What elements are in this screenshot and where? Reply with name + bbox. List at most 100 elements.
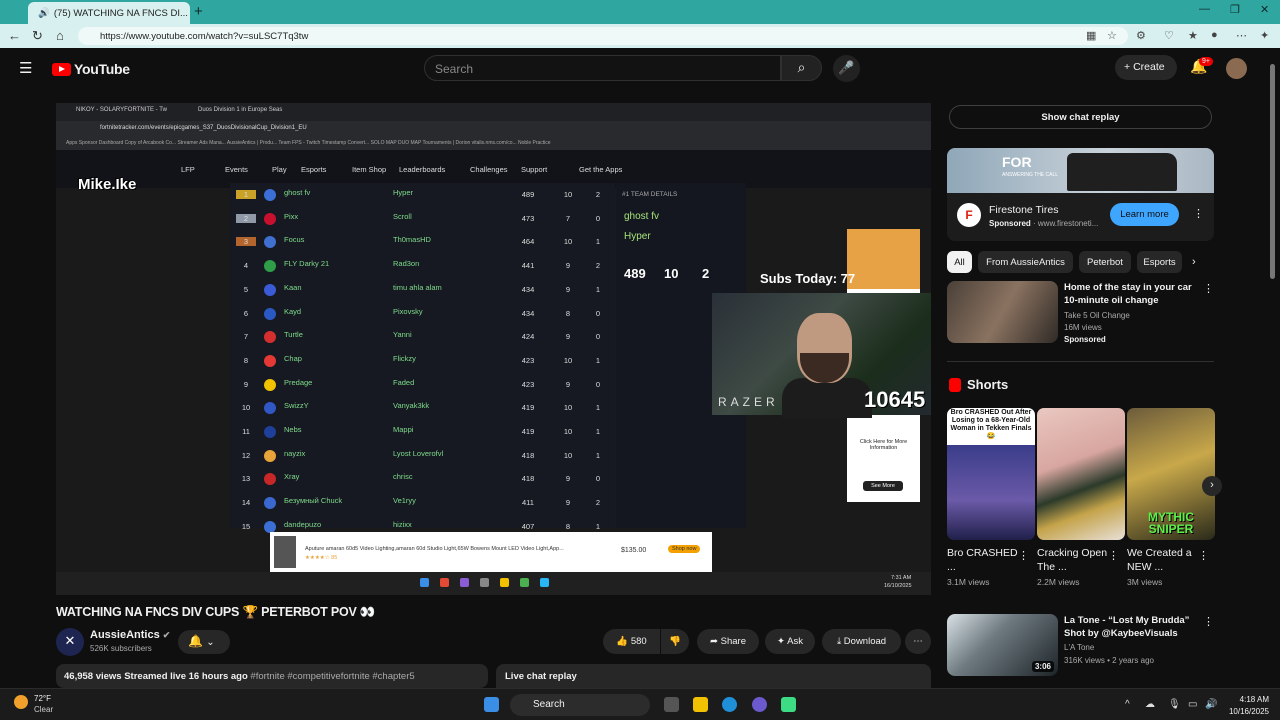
create-button[interactable]: + Create (1115, 55, 1177, 80)
channel-name[interactable]: AussieAntics ✔ (90, 629, 170, 641)
tray-chevron-icon[interactable]: ^ (1125, 699, 1130, 710)
recommended-video-2[interactable]: 3:06 La Tone - “Lost My Brudda” Shot by … (947, 614, 1214, 684)
like-button[interactable]: 👍 580 (603, 629, 660, 654)
scrollbar-thumb[interactable] (1270, 64, 1275, 279)
favorites-bar-icon[interactable]: ★ (1188, 29, 1198, 42)
short-thumbnail-2[interactable] (1037, 408, 1125, 540)
side-ad-button[interactable]: See More (863, 481, 903, 491)
browser-essentials-icon[interactable]: ♡ (1164, 29, 1174, 42)
file-explorer-icon[interactable] (693, 697, 708, 712)
youtube-logo[interactable]: YouTube (52, 61, 130, 77)
detail-header: #1 TEAM DETAILS (622, 191, 678, 198)
address-bar[interactable]: https://www.youtube.com/watch?v=suLSC7Tq… (78, 27, 1128, 45)
chip-peterbot[interactable]: Peterbot (1079, 251, 1131, 273)
banner-ad-shop-button[interactable]: Shop now (668, 545, 701, 553)
share-button[interactable]: ➦ Share (697, 629, 759, 654)
banner-ad[interactable]: Aputure amaran 60d5 Video Lighting,amara… (270, 532, 712, 572)
profile-icon[interactable]: ● (1211, 29, 1218, 41)
description-box[interactable]: 46,958 views Streamed live 16 hours ago … (56, 664, 488, 688)
shorts-next-button[interactable]: › (1202, 476, 1222, 496)
account-avatar[interactable] (1226, 58, 1247, 79)
task-view-icon[interactable] (664, 697, 679, 712)
show-chat-replay-button[interactable]: Show chat replay (949, 105, 1212, 129)
ask-button[interactable]: ✦ Ask (765, 629, 815, 654)
learn-more-button[interactable]: Learn more (1110, 203, 1179, 226)
maximize-icon[interactable]: ❐ (1230, 3, 1240, 16)
short-title-2[interactable]: Cracking Open The ... (1037, 546, 1112, 574)
rec-more-icon-1[interactable]: ⋮ (1203, 282, 1214, 295)
leaderboard: 1 ghost fv Hyper 489 10 2 2 Pixx Scroll 473 7 0 3 Foc… (230, 183, 615, 533)
ad-brand: Firestone Tires (989, 204, 1059, 216)
rec-more-icon-2[interactable]: ⋮ (1203, 615, 1214, 628)
leaderboard-row[interactable]: 11 Nebs Mappi 419 10 1 (230, 420, 615, 444)
app-taskbar-icon[interactable] (781, 697, 796, 712)
reload-icon[interactable]: ↻ (32, 28, 43, 44)
volume-icon[interactable]: 🔊 (1205, 699, 1217, 710)
search-button[interactable]: ⌕ (781, 55, 822, 81)
leaderboard-row[interactable]: 3 Focus Th0masHD 464 10 1 (230, 230, 615, 254)
leaderboard-row[interactable]: 1 ghost fv Hyper 489 10 2 (230, 183, 615, 207)
voice-search-button[interactable]: 🎤 (833, 55, 860, 82)
menu-icon[interactable]: ☰ (19, 59, 32, 77)
short-more-icon-3[interactable]: ⋮ (1198, 549, 1209, 562)
leaderboard-row[interactable]: 10 SwizzY Vanyak3kk 419 10 1 (230, 396, 615, 420)
hashtags[interactable]: #fortnite #competitivefortnite #chapter5 (250, 671, 414, 682)
stream-tab-2: Duos Division 1 in Europe Seas (198, 107, 283, 113)
discord-icon[interactable] (752, 697, 767, 712)
leaderboard-row[interactable]: 12 nayzix Lyost Loverofvl 418 10 1 (230, 444, 615, 468)
short-thumbnail-3[interactable]: MYTHIC SNIPER (1127, 408, 1215, 540)
speaker-icon[interactable]: 🔊 (38, 8, 50, 19)
more-actions-button[interactable]: ⋯ (905, 629, 931, 654)
short-thumbnail-1[interactable]: Bro CRASHED Out After Losing to a 68-Yea… (947, 408, 1035, 540)
ad-more-icon[interactable]: ⋮ (1193, 207, 1204, 220)
copilot-icon[interactable]: ✦ (1260, 29, 1269, 42)
browser-tab[interactable]: 🔊 (75) WATCHING NA FNCS DI... ✕ (28, 2, 190, 24)
recommended-video-1[interactable]: Home of the stay in your car 10-minute o… (947, 281, 1214, 345)
chip-all[interactable]: All (947, 251, 972, 273)
more-options-icon[interactable]: ⋯ (1236, 29, 1247, 42)
leaderboard-row[interactable]: 7 Turtle Yanni 424 9 0 (230, 325, 615, 349)
row-wins: 1 (595, 237, 601, 247)
chevron-right-icon[interactable]: › (1192, 256, 1196, 268)
minimize-icon[interactable]: — (1199, 3, 1210, 15)
short-more-icon-1[interactable]: ⋮ (1018, 549, 1029, 562)
start-icon[interactable] (484, 697, 499, 712)
page-scrollbar[interactable] (1268, 50, 1276, 686)
short-title-1[interactable]: Bro CRASHED ... (947, 546, 1022, 574)
subscribed-button[interactable]: 🔔 ⌄ (178, 630, 230, 654)
chip-from-channel[interactable]: From AussieAntics (978, 251, 1073, 273)
leaderboard-row[interactable]: 8 Chap Flickzy 423 10 1 (230, 349, 615, 373)
cloud-icon[interactable]: ☁ (1145, 699, 1155, 710)
short-title-3[interactable]: We Created a NEW ... (1127, 546, 1202, 574)
chip-esports[interactable]: Esports (1137, 251, 1182, 273)
app-icon[interactable]: ▦ (1086, 29, 1096, 42)
leaderboard-row[interactable]: 6 Kayd Pixovsky 434 8 0 (230, 302, 615, 326)
new-tab-button[interactable]: + (194, 3, 203, 20)
weather-icon[interactable] (14, 695, 28, 709)
dislike-button[interactable]: 👎 (661, 629, 689, 654)
leaderboard-row[interactable]: 5 Kaan timu ahla alam 434 9 1 (230, 278, 615, 302)
row-matches: 10 (563, 427, 573, 436)
download-button[interactable]: ⤓ Download (822, 629, 901, 654)
mic-tray-icon[interactable]: 🎙 (1168, 699, 1181, 710)
leaderboard-row[interactable]: 4 FLY Darky 21 Rad3on 441 9 2 (230, 254, 615, 278)
extensions-icon[interactable]: ⚙ (1136, 29, 1146, 42)
back-icon[interactable]: ← (8, 28, 21, 43)
taskbar-search[interactable]: Search (510, 694, 650, 716)
taskbar-clock[interactable]: 4:18 AM 10/16/2025 (1224, 694, 1269, 718)
home-icon[interactable]: ⌂ (56, 28, 64, 43)
video-player[interactable]: NIKOY - SOLARYFORTNITE - Tw Duos Divisio… (56, 103, 931, 595)
short-more-icon-2[interactable]: ⋮ (1108, 549, 1119, 562)
sponsored-ad-card[interactable]: FOR ANSWERING THE CALL F Firestone Tires… (947, 148, 1214, 241)
edge-icon[interactable] (722, 697, 737, 712)
close-window-icon[interactable]: ✕ (1260, 3, 1269, 16)
network-icon[interactable]: ▭ (1188, 699, 1197, 710)
favorite-icon[interactable]: ☆ (1107, 29, 1117, 42)
leaderboard-row[interactable]: 9 Predage Faded 423 9 0 (230, 373, 615, 397)
leaderboard-row[interactable]: 13 Xray chrisc 418 9 0 (230, 467, 615, 491)
channel-avatar[interactable]: ✕ (56, 628, 84, 656)
search-input[interactable]: Search (424, 55, 781, 81)
leaderboard-row[interactable]: 2 Pixx Scroll 473 7 0 (230, 207, 615, 231)
view-count: 46,958 views (64, 671, 122, 682)
leaderboard-row[interactable]: 14 Безумный Chuck Ve1ryy 411 9 2 (230, 491, 615, 515)
